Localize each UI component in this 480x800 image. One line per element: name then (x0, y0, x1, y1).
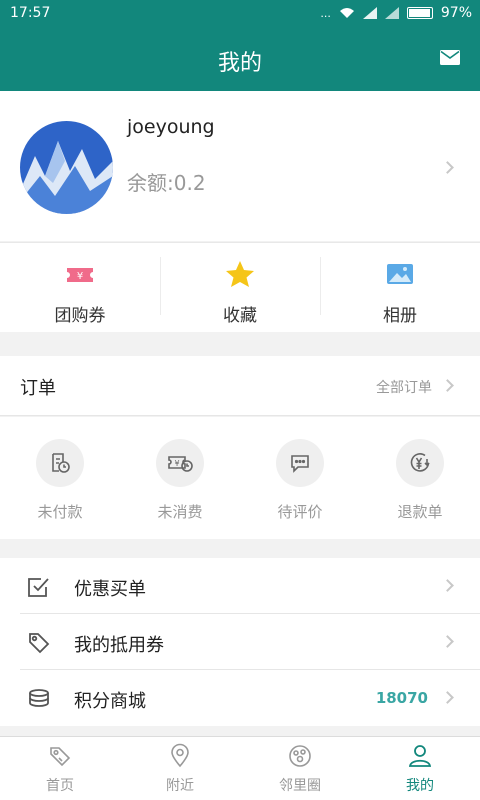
order-status-label: 退款单 (397, 503, 443, 521)
menu-item-discount-pay[interactable]: 优惠买单 (20, 558, 480, 614)
tab-label: 我的 (406, 778, 434, 794)
comment-icon (276, 439, 324, 487)
unpaid-icon (36, 439, 84, 487)
order-status-row: 未付款 ¥ 未消费 待评价 退款单 (0, 417, 480, 539)
all-orders-link[interactable]: 全部订单 (376, 377, 432, 397)
orders-header[interactable]: 订单 全部订单 (0, 356, 480, 416)
quick-action-coupons[interactable]: ¥ 团购券 (0, 243, 160, 332)
chevron-right-icon (441, 579, 454, 592)
mail-icon[interactable] (440, 50, 460, 65)
svg-text:¥: ¥ (77, 271, 83, 282)
balance: 余额:0.2 (127, 171, 206, 195)
notification-dots: ... (320, 6, 331, 20)
chevron-right-icon (441, 635, 454, 648)
chevron-right-icon (441, 379, 454, 392)
svg-text:¥: ¥ (174, 459, 179, 468)
page-title: 我的 (217, 51, 262, 76)
quick-actions: ¥ 团购券 收藏 相册 (0, 242, 480, 332)
signal-icon (384, 7, 399, 19)
status-bar: 17:57 ... 97% (0, 0, 480, 27)
tab-home[interactable]: 首页 (0, 737, 120, 800)
home-tag-icon (50, 747, 71, 767)
checkbox-icon (28, 578, 49, 597)
menu-item-label: 优惠买单 (74, 579, 146, 600)
orders-title: 订单 (20, 378, 56, 399)
menu-item-vouchers[interactable]: 我的抵用券 (20, 614, 480, 670)
menu-list: 优惠买单 我的抵用券 积分商城 18070 (0, 558, 480, 726)
bottom-tab-bar: 首页 附近 邻里圈 我的 (0, 736, 480, 800)
tab-label: 附近 (166, 778, 194, 794)
order-status-label: 未消费 (157, 503, 203, 521)
chevron-right-icon (441, 161, 454, 174)
battery-percent: 97% (440, 5, 472, 21)
quick-action-label: 收藏 (223, 306, 257, 326)
photo-icon (387, 264, 413, 284)
location-pin-icon (171, 743, 189, 768)
profile-card[interactable]: joeyoung 余额:0.2 (0, 91, 480, 241)
wifi-icon (339, 8, 354, 18)
battery-icon (406, 7, 433, 19)
order-status-refund[interactable]: 退款单 (360, 417, 480, 539)
tag-icon (29, 633, 50, 654)
order-status-label: 未付款 (37, 503, 83, 521)
community-icon (289, 745, 311, 767)
order-status-to-review[interactable]: 待评价 (240, 417, 360, 539)
tab-label: 首页 (46, 778, 74, 794)
unused-ticket-icon: ¥ (156, 439, 204, 487)
avatar[interactable] (20, 121, 113, 214)
username: joeyoung (127, 116, 215, 138)
menu-item-label: 我的抵用券 (74, 635, 164, 656)
order-status-unpaid[interactable]: 未付款 (0, 417, 120, 539)
signal-icon (362, 7, 377, 19)
quick-action-label: 相册 (383, 306, 417, 326)
quick-action-album[interactable]: 相册 (320, 243, 480, 332)
ticket-icon: ¥ (67, 268, 93, 282)
coins-icon (29, 689, 49, 707)
tab-community[interactable]: 邻里圈 (240, 737, 360, 800)
star-icon (226, 261, 254, 287)
tab-label: 邻里圈 (279, 778, 321, 794)
status-time: 17:57 (10, 5, 51, 21)
tab-nearby[interactable]: 附近 (120, 737, 240, 800)
status-indicators: ... 97% (320, 5, 472, 21)
menu-item-points-mall[interactable]: 积分商城 18070 (20, 670, 480, 726)
order-status-unused[interactable]: ¥ 未消费 (120, 417, 240, 539)
person-icon (408, 745, 432, 767)
tab-mine[interactable]: 我的 (360, 737, 480, 800)
menu-item-label: 积分商城 (74, 691, 146, 712)
quick-action-label: 团购券 (54, 306, 106, 326)
chevron-right-icon (441, 691, 454, 704)
quick-action-favorites[interactable]: 收藏 (160, 243, 320, 332)
top-nav-bar: 我的 (0, 27, 480, 91)
refund-icon (396, 439, 444, 487)
points-value: 18070 (375, 689, 428, 707)
order-status-label: 待评价 (277, 503, 323, 521)
